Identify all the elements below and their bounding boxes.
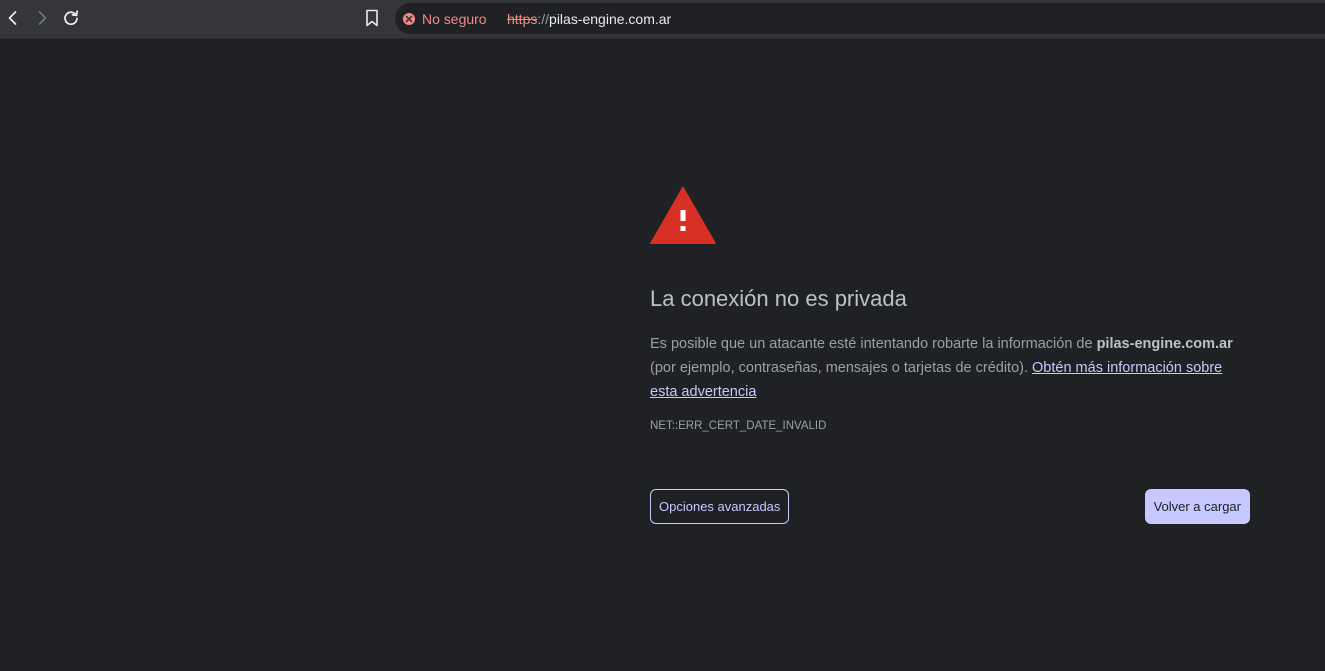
url-text[interactable]: https://pilas-engine.com.ar — [507, 3, 671, 34]
reload-button[interactable] — [58, 5, 84, 31]
description-text: Es posible que un atacante esté intentan… — [650, 336, 1097, 352]
reload-icon — [64, 10, 79, 26]
error-description: Es posible que un atacante esté intentan… — [650, 332, 1252, 404]
error-code: NET::ERR_CERT_DATE_INVALID — [650, 420, 827, 432]
warning-triangle-icon — [650, 186, 716, 244]
security-chip[interactable]: No seguro — [403, 3, 487, 34]
url-host: pilas-engine.com.ar — [549, 10, 672, 27]
url-separator: :// — [537, 10, 550, 27]
url-scheme: https — [507, 10, 538, 27]
description-text-continued: (por ejemplo, contraseñas, mensajes o ta… — [650, 360, 1033, 376]
bookmark-button[interactable] — [359, 5, 385, 31]
chevron-left-icon — [8, 11, 17, 25]
omnibox[interactable]: No seguro https://pilas-engine.com.ar — [395, 3, 1325, 34]
security-label: No seguro — [422, 10, 487, 27]
chevron-right-icon — [38, 11, 47, 25]
bookmark-icon — [366, 9, 378, 27]
page-title: La conexión no es privada — [650, 286, 907, 311]
back-button[interactable] — [0, 5, 26, 31]
browser-toolbar: No seguro https://pilas-engine.com.ar — [0, 0, 1325, 39]
advanced-options-button[interactable]: Opciones avanzadas — [650, 489, 790, 524]
reload-page-button[interactable]: Volver a cargar — [1144, 489, 1250, 524]
not-secure-x-icon — [403, 12, 415, 25]
forward-button[interactable] — [29, 5, 55, 31]
description-host: pilas-engine.com.ar — [1096, 336, 1233, 352]
